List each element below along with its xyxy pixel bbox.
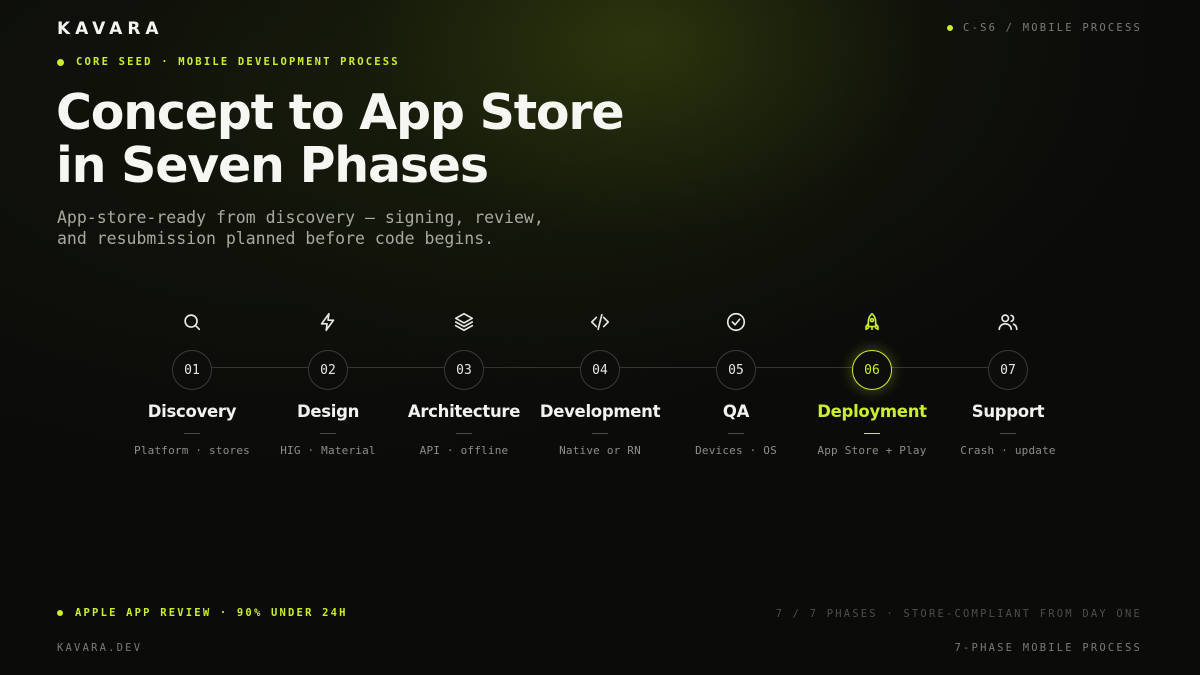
phase-divider [184, 433, 200, 434]
phase-desc: Devices · OS [695, 444, 777, 457]
phase-desc: API · offline [419, 444, 509, 457]
phase-divider [728, 433, 744, 434]
title-line-2: in Seven Phases [56, 137, 489, 194]
accent-dot [947, 25, 954, 31]
phase-list: 01 Discovery Platform · stores 02 Design… [124, 305, 1076, 457]
phase-number: 05 [716, 350, 756, 390]
subtitle-line-2: and resubmission planned before code beg… [57, 229, 495, 248]
page-title: Concept to App Store in Seven Phases [56, 86, 676, 192]
users-icon [997, 311, 1019, 333]
phase-count: 7 / 7 PHASES · STORE-COMPLIANT FROM DAY … [775, 608, 1142, 620]
phase-desc: Platform · stores [134, 444, 250, 457]
rocket-icon [861, 311, 883, 333]
accent-dot [57, 58, 64, 66]
phase-development: 04 Development Native or RN [532, 305, 668, 457]
phase-number: 03 [444, 350, 484, 390]
phase-desc: Crash · update [960, 444, 1056, 457]
phase-timeline: 01 Discovery Platform · stores 02 Design… [124, 305, 1076, 475]
subtitle-line-1: App-store-ready from discovery — signing… [57, 208, 544, 227]
phase-divider [320, 433, 336, 434]
phase-divider [592, 433, 608, 434]
review-stat: APPLE APP REVIEW · 90% UNDER 24H [57, 607, 348, 619]
phase-name: Support [971, 402, 1045, 421]
brand-logo: KAVARA [57, 19, 164, 39]
phase-qa: 05 QA Devices · OS [668, 305, 804, 457]
search-icon [181, 311, 203, 333]
phase-number: 01 [172, 350, 212, 390]
phase-number: 06 [852, 350, 892, 390]
phase-deployment: 06 Deployment App Store + Play [804, 305, 940, 457]
eyebrow-label: CORE SEED · MOBILE DEVELOPMENT PROCESS [76, 56, 400, 68]
phase-name: Architecture [407, 402, 521, 421]
code-icon [589, 311, 611, 333]
phase-name: Discovery [147, 402, 237, 421]
phase-number: 02 [308, 350, 348, 390]
check-circle-icon [725, 311, 747, 333]
phase-architecture: 03 Architecture API · offline [396, 305, 532, 457]
phase-name: Development [539, 402, 661, 421]
phase-discovery: 01 Discovery Platform · stores [124, 305, 260, 457]
accent-dot [57, 610, 63, 616]
phase-support: 07 Support Crash · update [940, 305, 1076, 457]
phase-divider [456, 433, 472, 434]
site-url: KAVARA.DEV [57, 642, 143, 654]
phase-desc: Native or RN [559, 444, 641, 457]
phase-desc: App Store + Play [817, 444, 927, 457]
phase-number: 04 [580, 350, 620, 390]
phase-name: Deployment [817, 402, 927, 421]
title-line-1: Concept to App Store [56, 84, 625, 141]
review-stat-label: APPLE APP REVIEW · 90% UNDER 24H [75, 607, 348, 619]
lightning-icon [317, 311, 339, 333]
layers-icon [453, 311, 475, 333]
subtitle: App-store-ready from discovery — signing… [57, 207, 637, 249]
phase-divider [864, 433, 880, 434]
slide-code: C-S6 / MOBILE PROCESS [947, 22, 1142, 34]
phase-name: Design [296, 402, 360, 421]
phase-design: 02 Design HIG · Material [260, 305, 396, 457]
phase-name: QA [722, 402, 750, 421]
process-label: 7-PHASE MOBILE PROCESS [954, 642, 1142, 654]
eyebrow: CORE SEED · MOBILE DEVELOPMENT PROCESS [57, 56, 400, 68]
phase-desc: HIG · Material [280, 444, 376, 457]
phase-number: 07 [988, 350, 1028, 390]
phase-divider [1000, 433, 1016, 434]
slide-code-label: C-S6 / MOBILE PROCESS [963, 22, 1142, 34]
